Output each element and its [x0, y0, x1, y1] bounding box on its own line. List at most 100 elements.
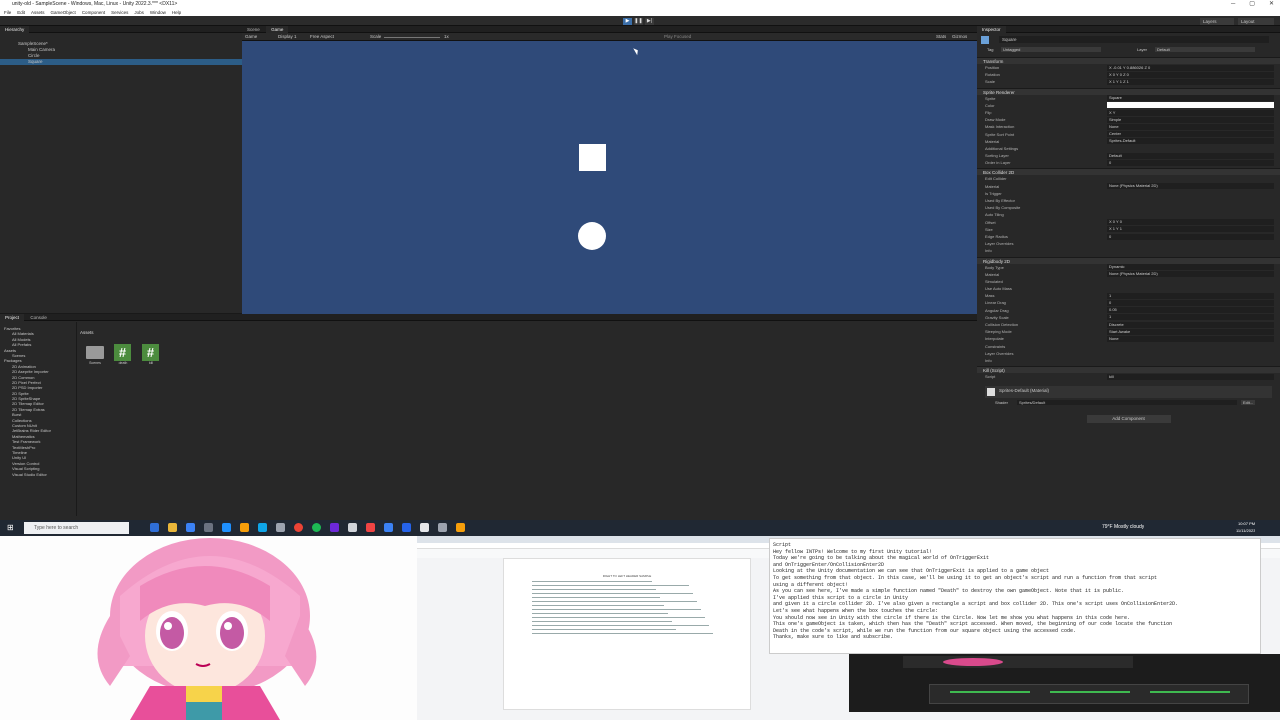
step-button[interactable]: ▶| [645, 18, 654, 25]
discord-icon[interactable] [330, 523, 339, 532]
tab-inspector[interactable]: Inspector [977, 26, 1006, 33]
maximize-icon[interactable]: ▢ [1249, 0, 1255, 9]
unity-hub-icon[interactable] [420, 523, 429, 532]
property-value[interactable] [1107, 204, 1280, 211]
property-value[interactable] [1107, 175, 1280, 182]
menu-component[interactable]: Component [82, 9, 105, 16]
component-header[interactable]: Box Collider 2D [977, 168, 1280, 176]
menu-jobs[interactable]: Jobs [134, 9, 144, 16]
project-breadcrumb[interactable]: Assets [80, 330, 94, 335]
app-icon[interactable] [348, 523, 357, 532]
app-icon[interactable] [258, 523, 267, 532]
file-explorer-icon[interactable] [168, 523, 177, 532]
property-value[interactable]: Square [1107, 95, 1274, 102]
property-value[interactable]: Default [1107, 152, 1274, 159]
chrome-icon[interactable] [294, 523, 303, 532]
close-icon[interactable]: ✕ [1269, 0, 1274, 9]
clock-date[interactable]: 11/11/2023 [1236, 528, 1255, 533]
property-value[interactable]: 0 [1107, 159, 1274, 166]
mail-icon[interactable] [222, 523, 231, 532]
windows-start-icon[interactable]: ⊞ [7, 524, 15, 532]
edge-icon[interactable] [186, 523, 195, 532]
vscode-icon[interactable] [402, 523, 411, 532]
property-value[interactable]: None [1107, 123, 1274, 130]
property-value[interactable] [1107, 357, 1280, 364]
property-value[interactable] [1107, 211, 1280, 218]
property-value[interactable]: 0 [1107, 233, 1274, 240]
project-tree-item[interactable]: Visual Studio Editor [0, 472, 76, 477]
layers-dropdown[interactable]: Layers [1200, 18, 1234, 25]
menu-window[interactable]: Window [150, 9, 166, 16]
property-value[interactable]: X -0.01 Y 0.886026 Z 0 [1107, 64, 1274, 71]
property-value[interactable] [1107, 240, 1280, 247]
tab-console[interactable]: Console [25, 314, 52, 321]
menu-edit[interactable]: Edit [17, 9, 25, 16]
property-value[interactable]: 1 [1107, 314, 1274, 321]
property-value[interactable]: None (Physics Material 2D) [1107, 183, 1274, 190]
tag-dropdown[interactable]: Untagged [1001, 47, 1101, 52]
clock-time[interactable]: 10:07 PM [1238, 521, 1255, 526]
play-focused-dropdown[interactable]: Play Focused [664, 34, 691, 39]
notes-window[interactable]: Script Hey fellow INTPs! Welcome to my fi… [769, 538, 1261, 654]
tab-project[interactable]: Project [0, 314, 25, 321]
property-value[interactable]: X 0 Y 0 [1107, 219, 1274, 226]
add-component-button[interactable]: Add Component [1086, 415, 1171, 424]
property-value[interactable]: None [1107, 335, 1274, 342]
property-value[interactable]: None (Physics Material 2D) [1107, 271, 1274, 278]
property-value[interactable]: X 0 Y 0 Z 0 [1107, 71, 1274, 78]
property-value[interactable] [1107, 197, 1280, 204]
scale-slider[interactable] [384, 36, 440, 38]
unity-icon[interactable] [438, 523, 447, 532]
aspect-dropdown[interactable]: Free Aspect [310, 34, 334, 39]
layout-dropdown[interactable]: Layout [1238, 18, 1274, 25]
component-header[interactable]: Kill (Script) [977, 366, 1280, 374]
app-icon[interactable] [366, 523, 375, 532]
object-name-field[interactable]: Square [999, 36, 1269, 43]
property-value[interactable]: 1 [1107, 292, 1274, 299]
google-doc-page[interactable]: RIGHT TO LEFT HEADER SAMPLE [503, 558, 751, 710]
game-mode-dropdown[interactable]: Game [245, 34, 257, 39]
asset-script-death[interactable]: # death [114, 344, 132, 365]
property-value[interactable]: Discrete [1107, 321, 1274, 328]
display-dropdown[interactable]: Display 1 [278, 34, 297, 39]
menu-services[interactable]: Services [111, 9, 128, 16]
property-value[interactable]: Start Awake [1107, 328, 1274, 335]
tab-game[interactable]: Game [266, 26, 289, 33]
tab-scene[interactable]: Scene [242, 26, 265, 33]
property-value[interactable]: 0.05 [1107, 307, 1274, 314]
store-icon[interactable] [204, 523, 213, 532]
taskbar-search[interactable]: Type here to search [24, 522, 129, 534]
property-value[interactable]: Simple [1107, 116, 1274, 123]
app-icon[interactable] [240, 523, 249, 532]
play-button[interactable]: ▶ [623, 18, 632, 25]
property-value[interactable]: X 1 Y 1 [1107, 226, 1274, 233]
property-value[interactable] [1107, 247, 1280, 254]
menu-help[interactable]: Help [172, 9, 181, 16]
gizmos-button[interactable]: Gizmos [952, 34, 967, 39]
property-value[interactable]: Dynamic [1107, 264, 1274, 271]
property-value[interactable] [1107, 278, 1280, 285]
app-icon[interactable] [456, 523, 465, 532]
stats-button[interactable]: Stats [936, 34, 946, 39]
property-value[interactable] [1107, 190, 1280, 197]
component-header[interactable]: Rigidbody 2D [977, 256, 1280, 264]
hierarchy-item-square[interactable]: Square [0, 59, 242, 65]
property-value[interactable]: Center [1107, 131, 1274, 138]
asset-folder-scenes[interactable]: Scenes [86, 346, 104, 365]
app-icon[interactable] [384, 523, 393, 532]
layer-dropdown[interactable]: Default [1155, 47, 1255, 52]
property-value[interactable]: kill [1107, 373, 1274, 380]
property-value[interactable] [1107, 145, 1280, 152]
property-value[interactable] [1107, 350, 1280, 357]
menu-file[interactable]: File [4, 9, 11, 16]
app-icon[interactable] [276, 523, 285, 532]
component-header[interactable]: Sprite Renderer [977, 87, 1280, 95]
property-value[interactable]: Sprites-Default [1107, 138, 1274, 145]
property-value[interactable] [1107, 285, 1280, 292]
shader-dropdown[interactable]: Sprites/Default [1017, 400, 1237, 406]
menu-gameobject[interactable]: GameObject [51, 9, 76, 16]
tab-hierarchy[interactable]: Hierarchy [0, 26, 30, 33]
property-value[interactable] [1107, 102, 1274, 109]
game-viewport[interactable] [242, 41, 977, 314]
spotify-icon[interactable] [312, 523, 321, 532]
